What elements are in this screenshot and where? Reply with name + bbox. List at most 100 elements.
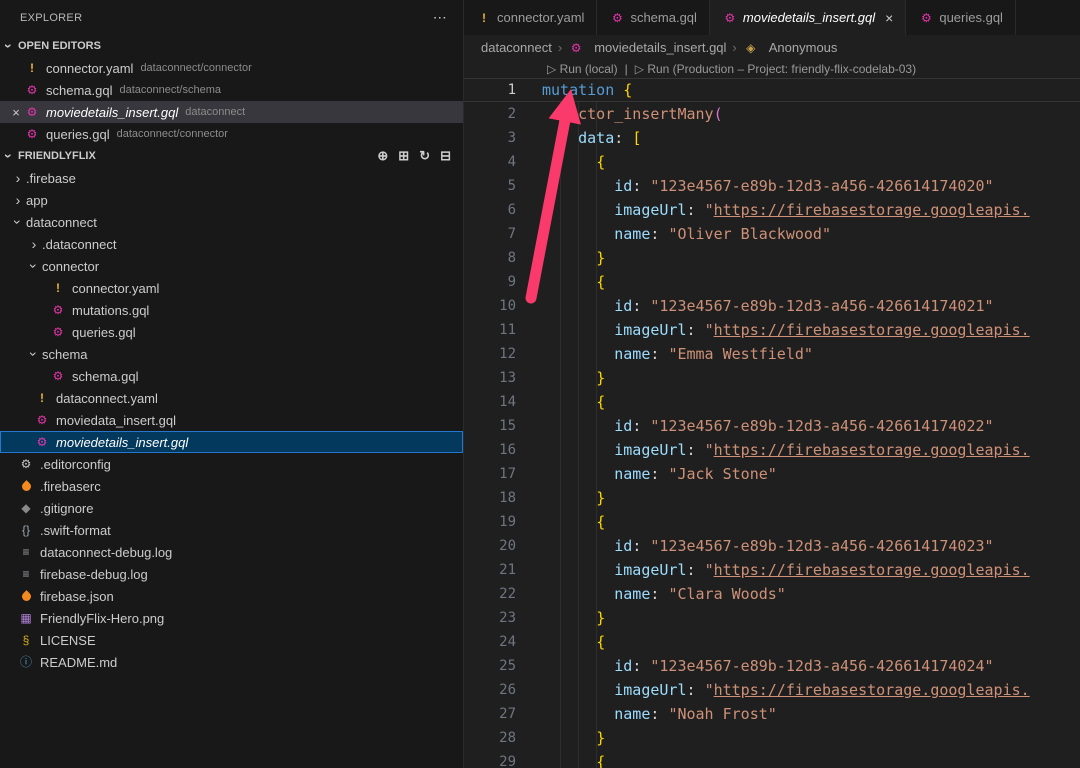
code-line-25[interactable]: 25 id: "123e4567-e89b-12d3-a456-42661417… bbox=[464, 654, 1080, 678]
open-editor-queries.gql[interactable]: ⚙queries.gqldataconnect/connector bbox=[0, 123, 463, 145]
tab-label: queries.gql bbox=[939, 10, 1003, 25]
line-number: 28 bbox=[464, 726, 516, 750]
run-local-link[interactable]: ▷ Run (local) bbox=[547, 62, 618, 76]
tree-item-queries.gql[interactable]: ⚙queries.gql bbox=[0, 321, 463, 343]
open-editors-list: !connector.yamldataconnect/connector⚙sch… bbox=[0, 57, 463, 145]
line-content: name: "Oliver Blackwood" bbox=[542, 222, 831, 246]
close-icon[interactable]: × bbox=[885, 10, 893, 26]
new-file-icon[interactable]: ⊕ bbox=[377, 148, 388, 164]
code-line-8[interactable]: 8 } bbox=[464, 246, 1080, 270]
code-editor[interactable]: 1mutation {2 ctor_insertMany(3 data: [4 … bbox=[464, 78, 1080, 768]
line-number: 27 bbox=[464, 702, 516, 726]
item-label: queries.gql bbox=[72, 325, 136, 340]
code-line-19[interactable]: 19 { bbox=[464, 510, 1080, 534]
code-line-28[interactable]: 28 } bbox=[464, 726, 1080, 750]
tree-item-app[interactable]: ›app bbox=[0, 189, 463, 211]
tree-item-firebase.json[interactable]: firebase.json bbox=[0, 585, 463, 607]
breadcrumb-item-moviedetails_insert.gql[interactable]: ⚙moviedetails_insert.gql bbox=[568, 40, 726, 56]
tree-item-FriendlyFlix-Hero.png[interactable]: ▦FriendlyFlix-Hero.png bbox=[0, 607, 463, 629]
tree-item-.gitignore[interactable]: ◆.gitignore bbox=[0, 497, 463, 519]
line-number: 24 bbox=[464, 630, 516, 654]
code-line-23[interactable]: 23 } bbox=[464, 606, 1080, 630]
code-line-26[interactable]: 26 imageUrl: "https://firebasestorage.go… bbox=[464, 678, 1080, 702]
code-line-1[interactable]: 1mutation { bbox=[464, 78, 1080, 102]
open-editors-label: OPEN EDITORS bbox=[18, 40, 101, 52]
item-label: moviedetails_insert.gql bbox=[56, 435, 188, 450]
open-editor-schema.gql[interactable]: ⚙schema.gqldataconnect/schema bbox=[0, 79, 463, 101]
graphql-icon: ⚙ bbox=[34, 434, 50, 450]
editor-group: !connector.yaml⚙schema.gql⚙moviedetails_… bbox=[464, 0, 1080, 768]
code-line-20[interactable]: 20 id: "123e4567-e89b-12d3-a456-42661417… bbox=[464, 534, 1080, 558]
graphql-icon: ⚙ bbox=[24, 126, 40, 142]
code-line-29[interactable]: 29 { bbox=[464, 750, 1080, 768]
tab-moviedetails_insert.gql[interactable]: ⚙ moviedetails_insert.gql × bbox=[710, 0, 906, 35]
code-line-9[interactable]: 9 { bbox=[464, 270, 1080, 294]
line-number: 19 bbox=[464, 510, 516, 534]
tab-queries.gql[interactable]: ⚙queries.gql bbox=[906, 0, 1016, 35]
item-label: dataconnect.yaml bbox=[56, 391, 158, 406]
code-line-4[interactable]: 4 { bbox=[464, 150, 1080, 174]
tree-item-.swift-format[interactable]: {}.swift-format bbox=[0, 519, 463, 541]
code-line-6[interactable]: 6 imageUrl: "https://firebasestorage.goo… bbox=[464, 198, 1080, 222]
code-line-5[interactable]: 5 id: "123e4567-e89b-12d3-a456-426614174… bbox=[464, 174, 1080, 198]
breadcrumb-item-dataconnect[interactable]: dataconnect bbox=[481, 40, 552, 55]
info-icon: ⓘ bbox=[18, 654, 34, 670]
tab-connector.yaml[interactable]: !connector.yaml bbox=[464, 0, 597, 35]
code-line-10[interactable]: 10 id: "123e4567-e89b-12d3-a456-42661417… bbox=[464, 294, 1080, 318]
code-line-11[interactable]: 11 imageUrl: "https://firebasestorage.go… bbox=[464, 318, 1080, 342]
tree-item-dataconnect.yaml[interactable]: !dataconnect.yaml bbox=[0, 387, 463, 409]
line-content: id: "123e4567-e89b-12d3-a456-42661417402… bbox=[542, 414, 994, 438]
code-line-24[interactable]: 24 { bbox=[464, 630, 1080, 654]
line-number: 20 bbox=[464, 534, 516, 558]
code-line-3[interactable]: 3 data: [ bbox=[464, 126, 1080, 150]
code-line-13[interactable]: 13 } bbox=[464, 366, 1080, 390]
tree-item-firebase-debug.log[interactable]: ≡firebase-debug.log bbox=[0, 563, 463, 585]
code-line-18[interactable]: 18 } bbox=[464, 486, 1080, 510]
tree-item-LICENSE[interactable]: §LICENSE bbox=[0, 629, 463, 651]
code-line-12[interactable]: 12 name: "Emma Westfield" bbox=[464, 342, 1080, 366]
tree-item-.editorconfig[interactable]: ⚙.editorconfig bbox=[0, 453, 463, 475]
tree-item-connector.yaml[interactable]: !connector.yaml bbox=[0, 277, 463, 299]
code-line-2[interactable]: 2 ctor_insertMany( bbox=[464, 102, 1080, 126]
tab-label: schema.gql bbox=[630, 10, 696, 25]
refresh-icon[interactable]: ↻ bbox=[419, 148, 430, 164]
code-line-16[interactable]: 16 imageUrl: "https://firebasestorage.go… bbox=[464, 438, 1080, 462]
tree-item-moviedetails_insert.gql[interactable]: ⚙ moviedetails_insert.gql bbox=[0, 431, 463, 453]
graphql-icon: ⚙ bbox=[722, 10, 738, 26]
code-line-15[interactable]: 15 id: "123e4567-e89b-12d3-a456-42661417… bbox=[464, 414, 1080, 438]
line-number: 23 bbox=[464, 606, 516, 630]
run-production-link[interactable]: ▷ Run (Production – Project: friendly-fl… bbox=[635, 62, 916, 76]
tree-item-schema.gql[interactable]: ⚙schema.gql bbox=[0, 365, 463, 387]
file-description: dataconnect bbox=[185, 106, 245, 118]
code-line-27[interactable]: 27 name: "Noah Frost" bbox=[464, 702, 1080, 726]
tree-item-moviedata_insert.gql[interactable]: ⚙moviedata_insert.gql bbox=[0, 409, 463, 431]
tree-item-.firebase[interactable]: ›.firebase bbox=[0, 167, 463, 189]
code-line-21[interactable]: 21 imageUrl: "https://firebasestorage.go… bbox=[464, 558, 1080, 582]
tree-item-.firebaserc[interactable]: .firebaserc bbox=[0, 475, 463, 497]
code-line-22[interactable]: 22 name: "Clara Woods" bbox=[464, 582, 1080, 606]
code-line-17[interactable]: 17 name: "Jack Stone" bbox=[464, 462, 1080, 486]
open-editor-connector.yaml[interactable]: !connector.yamldataconnect/connector bbox=[0, 57, 463, 79]
tree-item-.dataconnect[interactable]: ›.dataconnect bbox=[0, 233, 463, 255]
tab-schema.gql[interactable]: ⚙schema.gql bbox=[597, 0, 709, 35]
tree-item-connector[interactable]: ›connector bbox=[0, 255, 463, 277]
more-actions-icon[interactable]: ⋯ bbox=[433, 9, 447, 26]
collapse-all-icon[interactable]: ⊟ bbox=[440, 148, 451, 164]
breadcrumb-item-Anonymous[interactable]: ◈Anonymous bbox=[743, 40, 838, 56]
tab-label: moviedetails_insert.gql bbox=[743, 10, 875, 25]
code-line-14[interactable]: 14 { bbox=[464, 390, 1080, 414]
code-line-7[interactable]: 7 name: "Oliver Blackwood" bbox=[464, 222, 1080, 246]
tree-item-schema[interactable]: ›schema bbox=[0, 343, 463, 365]
new-folder-icon[interactable]: ⊞ bbox=[398, 148, 409, 164]
tree-item-mutations.gql[interactable]: ⚙mutations.gql bbox=[0, 299, 463, 321]
explorer-sidebar: EXPLORER ⋯ › OPEN EDITORS !connector.yam… bbox=[0, 0, 464, 768]
open-editor-moviedetails_insert.gql[interactable]: ×⚙moviedetails_insert.gqldataconnect bbox=[0, 101, 463, 123]
close-icon[interactable]: × bbox=[8, 105, 24, 120]
tree-item-dataconnect[interactable]: ›dataconnect bbox=[0, 211, 463, 233]
chevron-down-icon: › bbox=[26, 346, 42, 362]
open-editors-header[interactable]: › OPEN EDITORS bbox=[0, 35, 463, 57]
workspace-header[interactable]: › FRIENDLYFLIX ⊕⊞↻⊟ bbox=[0, 145, 463, 167]
graphql-icon: ⚙ bbox=[50, 302, 66, 318]
tree-item-dataconnect-debug.log[interactable]: ≡dataconnect-debug.log bbox=[0, 541, 463, 563]
tree-item-README.md[interactable]: ⓘREADME.md bbox=[0, 651, 463, 673]
